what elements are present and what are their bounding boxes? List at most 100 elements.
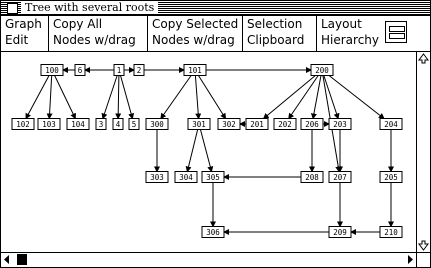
edge-301-305 [199,129,214,173]
node-label: 6 [78,66,83,75]
node-302[interactable]: 302 [217,118,241,130]
menu-label: Layout [321,17,362,31]
node-100[interactable]: 100 [40,64,64,76]
node-label: 100 [45,66,59,75]
menu-copy-all[interactable]: Copy All Nodes w/drag [49,16,148,51]
scroll-left-arrow-icon[interactable] [3,254,14,265]
menu-selection-clipboard[interactable]: Selection Clipboard [243,16,317,51]
menu-graph-edit[interactable]: Graph Edit [1,16,49,51]
node-207[interactable]: 207 [328,171,352,183]
node-label: 201 [250,120,264,129]
layout-icon[interactable] [385,21,407,43]
graph-diagram: 100 6 1 2 101 200 102 103 104 3 4 5 300 301 302 201 202 2… [11,64,403,238]
node-102[interactable]: 102 [11,118,35,130]
node-104[interactable]: 104 [66,118,90,130]
node-label: 101 [188,66,202,75]
node-2[interactable]: 2 [133,64,145,76]
node-4[interactable]: 4 [112,118,124,130]
node-label: 300 [150,120,164,129]
node-label: 204 [384,120,398,129]
node-label: 5 [132,120,137,129]
vertical-scrollbar[interactable] [416,52,430,252]
node-label: 203 [333,120,347,129]
node-103[interactable]: 103 [37,118,61,130]
menu-label: Nodes w/drag [53,33,136,47]
node-6[interactable]: 6 [74,64,86,76]
node-201[interactable]: 201 [245,118,269,130]
node-206[interactable]: 206 [300,118,324,130]
menu-layout-hierarchy[interactable]: Layout Hierarchy [317,16,430,51]
node-1[interactable]: 1 [113,64,125,76]
edge-101-301 [194,75,202,120]
graph-window: Tree with several roots Graph Edit Copy … [0,0,431,268]
node-label: 102 [16,120,30,129]
node-label: 3 [99,120,104,129]
node-label: 304 [179,173,193,182]
menu-label: Selection [247,17,303,31]
node-label: 209 [333,228,347,237]
node-label: 202 [278,120,292,129]
node-label: 302 [222,120,236,129]
node-204[interactable]: 204 [379,118,403,130]
node-208[interactable]: 208 [300,171,324,183]
node-304[interactable]: 304 [174,171,198,183]
node-203[interactable]: 203 [328,118,352,130]
menu-copy-selected[interactable]: Copy Selected Nodes w/drag [148,16,243,51]
menu-label: Edit [5,33,29,47]
node-300[interactable]: 300 [145,118,169,130]
title-bar[interactable]: Tree with several roots [1,1,430,16]
node-label: 206 [305,120,319,129]
node-3[interactable]: 3 [95,118,107,130]
node-label: 2 [137,66,142,75]
node-label: 210 [384,228,398,237]
node-label: 104 [71,120,85,129]
node-label: 303 [150,173,164,182]
edge-1-3 [101,75,118,120]
node-205[interactable]: 205 [379,171,403,183]
resize-grow-box[interactable] [416,252,430,267]
node-label: 1 [117,66,122,75]
edge-200-204 [328,75,385,120]
menu-label: Nodes w/drag [152,33,235,47]
edge-200-203 [323,75,340,120]
node-209[interactable]: 209 [328,226,352,238]
node-210[interactable]: 210 [379,226,403,238]
graph-canvas[interactable]: 100 6 1 2 101 200 102 103 104 3 4 5 300 301 302 201 202 2… [1,52,416,252]
edge-301-304 [185,129,199,173]
command-menu-bar: Graph Edit Copy All Nodes w/drag Copy Se… [1,16,430,52]
node-label: 305 [206,173,220,182]
node-label: 306 [206,228,220,237]
node-200[interactable]: 200 [310,64,334,76]
horizontal-scrollbar[interactable] [1,252,416,267]
scroll-down-arrow-icon[interactable] [418,240,429,251]
menu-label: Hierarchy [321,33,380,47]
edge-100-102 [25,75,50,120]
menu-label: Clipboard [247,33,305,47]
window-title: Tree with several roots [21,2,159,14]
edge-100-104 [54,75,76,120]
node-label: 205 [384,173,398,182]
scroll-thumb[interactable] [17,254,27,265]
close-box-icon[interactable] [7,3,18,14]
node-303[interactable]: 303 [145,171,169,183]
node-101[interactable]: 101 [183,64,207,76]
node-label: 4 [116,120,121,129]
node-label: 207 [333,173,347,182]
node-5[interactable]: 5 [128,118,140,130]
node-label: 103 [42,120,56,129]
node-202[interactable]: 202 [273,118,297,130]
edge-100-103 [46,75,53,120]
scroll-up-arrow-icon[interactable] [418,53,429,64]
menu-label: Copy Selected [152,17,239,31]
node-label: 208 [305,173,319,182]
edge-1-4 [115,75,122,120]
scroll-right-arrow-icon[interactable] [403,254,414,265]
node-label: 301 [192,120,206,129]
node-301[interactable]: 301 [187,118,211,130]
edge-200-201 [262,75,316,120]
edge-1-5 [120,75,135,120]
node-305[interactable]: 305 [201,171,225,183]
edge-101-300 [160,75,192,120]
menu-label: Copy All [53,17,103,31]
node-306[interactable]: 306 [201,226,225,238]
